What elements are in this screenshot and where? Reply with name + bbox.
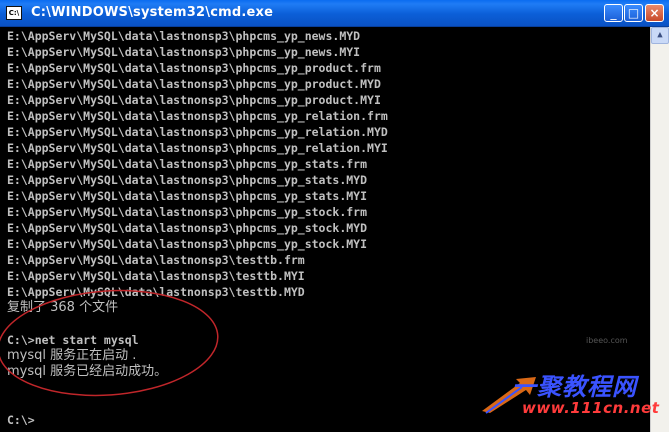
console-line: E:\AppServ\MySQL\data\lastnonsp3\phpcms_… [7, 125, 388, 139]
service-started-status: mysql 服务已经启动成功。 [7, 364, 168, 379]
console-line: E:\AppServ\MySQL\data\lastnonsp3\phpcms_… [7, 141, 388, 155]
corner-watermark-text: ibeeo.com [586, 336, 628, 345]
console-line: E:\AppServ\MySQL\data\lastnonsp3\phpcms_… [7, 205, 368, 219]
console-line: E:\AppServ\MySQL\data\lastnonsp3\phpcms_… [7, 157, 368, 171]
copy-summary: 复制了 368 个文件 [7, 300, 119, 315]
console-line: E:\AppServ\MySQL\data\lastnonsp3\phpcms_… [7, 93, 381, 107]
scroll-up-arrow-icon[interactable]: ▲ [651, 27, 669, 44]
service-starting-status: mysql 服务正在启动 . [7, 348, 137, 363]
console-line: E:\AppServ\MySQL\data\lastnonsp3\phpcms_… [7, 61, 381, 75]
console-line: E:\AppServ\MySQL\data\lastnonsp3\testtb.… [7, 253, 305, 267]
close-button[interactable]: × [645, 4, 664, 22]
console-line: E:\AppServ\MySQL\data\lastnonsp3\phpcms_… [7, 29, 361, 43]
vertical-scrollbar[interactable]: ▲ [650, 27, 669, 432]
command-line: C:\>net start mysql [7, 333, 139, 347]
cmd-icon: C:\ [6, 6, 22, 20]
console-line: E:\AppServ\MySQL\data\lastnonsp3\phpcms_… [7, 221, 368, 235]
console-line: E:\AppServ\MySQL\data\lastnonsp3\testtb.… [7, 269, 305, 283]
console-line: E:\AppServ\MySQL\data\lastnonsp3\phpcms_… [7, 109, 388, 123]
cmd-window: C:\ C:\WINDOWS\system32\cmd.exe _ □ × E:… [0, 0, 669, 432]
console-output[interactable]: E:\AppServ\MySQL\data\lastnonsp3\phpcms_… [0, 27, 650, 432]
maximize-button[interactable]: □ [624, 4, 643, 22]
console-line: E:\AppServ\MySQL\data\lastnonsp3\phpcms_… [7, 173, 368, 187]
console-line: E:\AppServ\MySQL\data\lastnonsp3\testtb.… [7, 285, 305, 299]
command-prompt[interactable]: C:\> [7, 412, 35, 428]
window-title: C:\WINDOWS\system32\cmd.exe [31, 5, 274, 20]
minimize-button[interactable]: _ [604, 4, 623, 22]
console-line: E:\AppServ\MySQL\data\lastnonsp3\phpcms_… [7, 77, 381, 91]
console-line: E:\AppServ\MySQL\data\lastnonsp3\phpcms_… [7, 189, 368, 203]
console-line: E:\AppServ\MySQL\data\lastnonsp3\phpcms_… [7, 45, 361, 59]
title-bar[interactable]: C:\ C:\WINDOWS\system32\cmd.exe _ □ × [0, 0, 669, 27]
console-line: E:\AppServ\MySQL\data\lastnonsp3\phpcms_… [7, 237, 368, 251]
